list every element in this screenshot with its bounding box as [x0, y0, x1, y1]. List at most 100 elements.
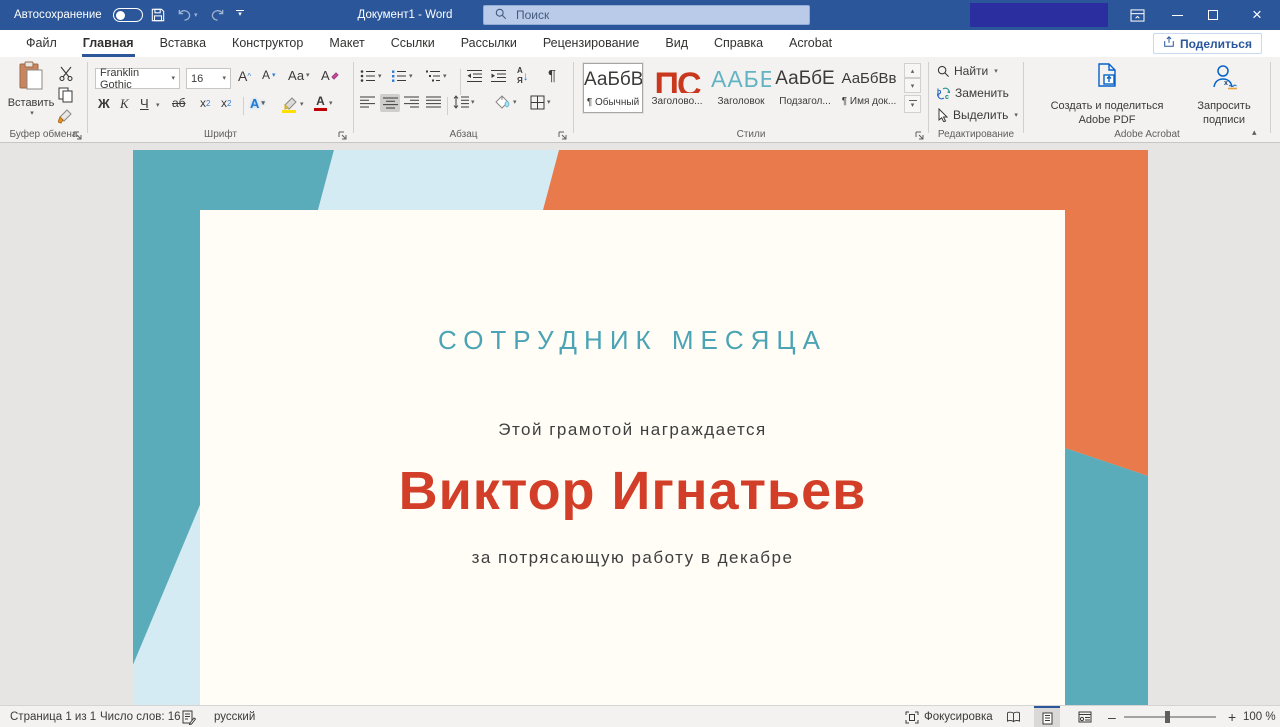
style-heading1[interactable]: ПС Заголово...: [647, 63, 707, 113]
zoom-out-button[interactable]: –: [1108, 706, 1116, 727]
shrink-font-button[interactable]: А▾: [262, 68, 276, 82]
read-mode-button[interactable]: [1000, 706, 1026, 727]
tab-references[interactable]: Ссылки: [378, 30, 448, 57]
tab-mailings[interactable]: Рассылки: [448, 30, 530, 57]
zoom-level[interactable]: 100 %: [1243, 706, 1276, 727]
replace-button[interactable]: bc Заменить: [937, 86, 1009, 100]
chevron-down-icon: ▾: [443, 73, 447, 80]
close-button[interactable]: ×: [1240, 0, 1274, 30]
clear-formatting-button[interactable]: А: [321, 68, 339, 83]
paste-button[interactable]: Вставить ▾: [8, 61, 54, 117]
grow-font-button[interactable]: А^: [238, 68, 251, 84]
tab-view[interactable]: Вид: [652, 30, 701, 57]
zoom-in-button[interactable]: +: [1228, 706, 1236, 727]
change-case-button[interactable]: Аа▾: [288, 68, 310, 83]
certificate-reason-text[interactable]: за потрясающую работу в декабре: [200, 548, 1065, 568]
bold-button[interactable]: Ж: [98, 96, 110, 111]
tab-acrobat[interactable]: Acrobat: [776, 30, 845, 57]
font-size-select[interactable]: 16 ▾: [186, 68, 231, 89]
language-indicator[interactable]: русский: [214, 706, 255, 727]
page-indicator[interactable]: Страница 1 из 1: [10, 706, 96, 727]
document-canvas[interactable]: СОТРУДНИК МЕСЯЦА Этой грамотой награждае…: [0, 143, 1280, 705]
save-icon[interactable]: [151, 8, 165, 22]
styles-dialog-launcher[interactable]: [915, 128, 926, 139]
web-layout-button[interactable]: [1072, 706, 1098, 727]
highlight-color-button[interactable]: ▾: [281, 96, 304, 113]
styles-scroll-up[interactable]: ▴: [904, 63, 921, 78]
share-button[interactable]: Поделиться: [1153, 33, 1262, 54]
style-normal[interactable]: АаБбВ ¶ Обычный: [583, 63, 643, 113]
autosave-toggle[interactable]: [113, 8, 143, 22]
tab-review[interactable]: Рецензирование: [530, 30, 653, 57]
cut-icon[interactable]: [58, 66, 74, 81]
align-left-button[interactable]: [360, 96, 375, 108]
subscript-button[interactable]: x2: [200, 96, 210, 110]
style-subtitle[interactable]: АаБбЕ Подзагол...: [775, 63, 835, 113]
styles-scroll-down[interactable]: ▾: [904, 78, 921, 93]
undo-icon[interactable]: ▾: [177, 8, 198, 22]
ribbon-display-options-icon[interactable]: [1120, 0, 1154, 30]
print-layout-button[interactable]: [1034, 706, 1060, 727]
font-group: Franklin Gothic ▾ 16 ▾ А^ А▾ Аа▾ А Ж К Ч…: [88, 57, 353, 143]
proofing-status-icon[interactable]: [182, 706, 196, 727]
bullet-list-button[interactable]: ▾: [360, 69, 382, 83]
paragraph-dialog-launcher[interactable]: [558, 128, 569, 139]
select-button[interactable]: Выделить ▾: [937, 108, 1018, 122]
justify-button[interactable]: [426, 96, 441, 108]
editing-group: Найти ▾ bc Заменить Выделить ▾ Редактиро…: [929, 57, 1023, 143]
request-signatures-button[interactable]: x Запросить подписи: [1184, 63, 1264, 128]
account-area[interactable]: [970, 3, 1108, 27]
redo-icon[interactable]: [210, 8, 225, 22]
italic-button[interactable]: К: [120, 96, 129, 112]
multilevel-list-button[interactable]: ▾: [425, 69, 447, 83]
tab-design[interactable]: Конструктор: [219, 30, 316, 57]
align-center-button[interactable]: [380, 94, 400, 112]
show-marks-button[interactable]: ¶: [548, 67, 556, 84]
tab-home[interactable]: Главная: [70, 30, 147, 57]
numbered-list-button[interactable]: ▾: [391, 69, 413, 83]
search-input[interactable]: Поиск: [483, 5, 810, 25]
chevron-down-icon: ▾: [30, 110, 34, 117]
tab-insert[interactable]: Вставка: [147, 30, 219, 57]
align-right-button[interactable]: [404, 96, 419, 108]
chevron-down-icon[interactable]: ▾: [156, 102, 160, 109]
certificate-awarded-text[interactable]: Этой грамотой награждается: [200, 420, 1065, 440]
text-effects-button[interactable]: А▾: [250, 96, 265, 111]
superscript-button[interactable]: x2: [221, 96, 231, 110]
focus-mode-button[interactable]: Фокусировка: [905, 706, 993, 727]
borders-button[interactable]: ▾: [530, 95, 551, 110]
certificate-title[interactable]: СОТРУДНИК МЕСЯЦА: [200, 325, 1065, 356]
replace-icon: bc: [937, 87, 951, 100]
format-painter-icon[interactable]: [58, 108, 74, 124]
copy-icon[interactable]: [58, 87, 73, 103]
word-count[interactable]: Число слов: 16: [100, 706, 181, 727]
shading-button[interactable]: ▾: [494, 95, 517, 110]
clipboard-dialog-launcher[interactable]: [73, 128, 84, 139]
customize-qat-icon[interactable]: ▾: [236, 10, 244, 18]
styles-more-button[interactable]: ▾: [904, 95, 921, 113]
create-pdf-button[interactable]: Создать и поделиться Adobe PDF: [1032, 63, 1182, 128]
underline-button[interactable]: Ч: [140, 96, 149, 111]
line-spacing-button[interactable]: ▾: [453, 95, 475, 109]
zoom-slider-track[interactable]: [1124, 716, 1216, 718]
decrease-indent-button[interactable]: [466, 69, 483, 83]
font-dialog-launcher[interactable]: [338, 128, 349, 139]
maximize-button[interactable]: [1196, 0, 1230, 30]
certificate-name[interactable]: Виктор Игнатьев: [200, 460, 1065, 522]
style-docname[interactable]: АаБбВв ¶ Имя док...: [839, 63, 899, 113]
increase-indent-button[interactable]: [490, 69, 507, 83]
chevron-down-icon: ▾: [272, 72, 276, 79]
find-button[interactable]: Найти ▾: [937, 64, 998, 78]
collapse-ribbon-button[interactable]: ▴: [1252, 127, 1257, 138]
minimize-button[interactable]: [1160, 0, 1194, 30]
tab-help[interactable]: Справка: [701, 30, 776, 57]
zoom-slider-thumb[interactable]: [1165, 711, 1170, 723]
sort-button[interactable]: АЯ ↓: [517, 66, 529, 85]
font-color-button[interactable]: А ▾: [314, 95, 333, 111]
tab-file[interactable]: Файл: [13, 30, 70, 57]
style-title[interactable]: ААБЕ Заголовок: [711, 63, 771, 113]
strikethrough-button[interactable]: аб: [172, 96, 186, 110]
web-layout-icon: [1078, 711, 1092, 723]
tab-layout[interactable]: Макет: [316, 30, 377, 57]
font-family-select[interactable]: Franklin Gothic ▾: [95, 68, 180, 89]
